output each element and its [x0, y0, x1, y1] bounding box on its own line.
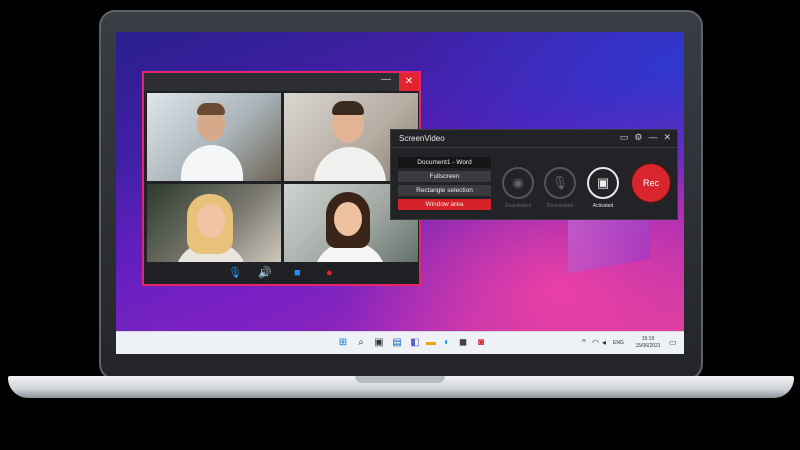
- capture-option-fullscreen[interactable]: Fullscreen: [398, 171, 491, 182]
- speaker-icon[interactable]: ▣: [587, 167, 619, 199]
- video-call-window[interactable]: — ✕ 🎙 🔊 ■ ●: [142, 71, 421, 286]
- task-view-icon[interactable]: ▣: [373, 337, 385, 349]
- clock-time: 15:19: [641, 336, 655, 342]
- windows-start-icon[interactable]: ⊞: [337, 337, 349, 349]
- search-icon[interactable]: ⌕: [355, 337, 367, 349]
- taskbar: ⊞ ⌕ ▣ ▤ ◧ ▬ ◐ ◼ ◙ ^ ◠ ◂ ENG 15:19 15/06/…: [116, 331, 684, 354]
- laptop-notch: [355, 376, 445, 383]
- gear-icon[interactable]: ⚙: [634, 132, 642, 142]
- participant-tile-1[interactable]: [147, 93, 281, 181]
- screenvideo-window[interactable]: ScreenVideo ▭ ⚙ — ✕ Document1 - Word Fullsc…: [390, 129, 678, 220]
- webcam-icon[interactable]: ◉: [502, 167, 534, 199]
- notification-icon[interactable]: ▭: [669, 338, 677, 347]
- call-toolbar: 🎙 🔊 ■ ●: [144, 262, 419, 284]
- microphone-icon[interactable]: 🎙: [544, 167, 576, 199]
- recorder-divider: [391, 147, 677, 148]
- recorder-header-icons: ▭ ⚙ — ✕: [614, 132, 671, 143]
- microphone-icon[interactable]: 🎙: [228, 267, 242, 279]
- minimize-icon[interactable]: —: [648, 132, 657, 142]
- minimize-icon[interactable]: —: [381, 74, 391, 85]
- rec-button[interactable]: Rec: [632, 164, 670, 202]
- clock[interactable]: 15:19 15/06/2021: [633, 336, 663, 350]
- call-titlebar[interactable]: — ✕: [144, 73, 419, 91]
- widgets-icon[interactable]: ▤: [391, 337, 403, 349]
- edge-icon[interactable]: ◐: [441, 337, 453, 349]
- file-explorer-icon[interactable]: ▬: [425, 337, 437, 349]
- camera-icon[interactable]: ■: [294, 267, 301, 279]
- chat-icon[interactable]: ◧: [409, 337, 421, 349]
- capture-option-rectangle[interactable]: Rectangle selection: [398, 185, 491, 196]
- chevron-up-icon[interactable]: ^: [582, 338, 586, 347]
- wifi-icon[interactable]: ◠: [592, 338, 599, 347]
- screenvideo-icon[interactable]: ◙: [475, 337, 487, 349]
- capture-option-window[interactable]: Window area: [398, 199, 491, 210]
- speaker-icon[interactable]: 🔊: [258, 267, 272, 279]
- close-icon[interactable]: ✕: [663, 132, 671, 142]
- close-icon[interactable]: ✕: [399, 73, 419, 91]
- clock-date: 15/06/2021: [635, 343, 661, 349]
- capture-option-document[interactable]: Document1 - Word: [398, 157, 491, 168]
- volume-icon[interactable]: ◂: [602, 338, 606, 347]
- recorder-title: ScreenVideo: [399, 134, 445, 143]
- store-icon[interactable]: ◼: [457, 337, 469, 349]
- speaker-status: Activated: [592, 203, 614, 209]
- desktop-screen: — ✕ 🎙 🔊 ■ ● ScreenVideo ▭ ⚙ — ✕ Document…: [116, 32, 684, 354]
- participant-tile-3[interactable]: [147, 184, 281, 272]
- record-icon[interactable]: ●: [326, 267, 333, 279]
- language-indicator[interactable]: ENG: [613, 340, 624, 346]
- folder-icon[interactable]: ▭: [620, 132, 629, 142]
